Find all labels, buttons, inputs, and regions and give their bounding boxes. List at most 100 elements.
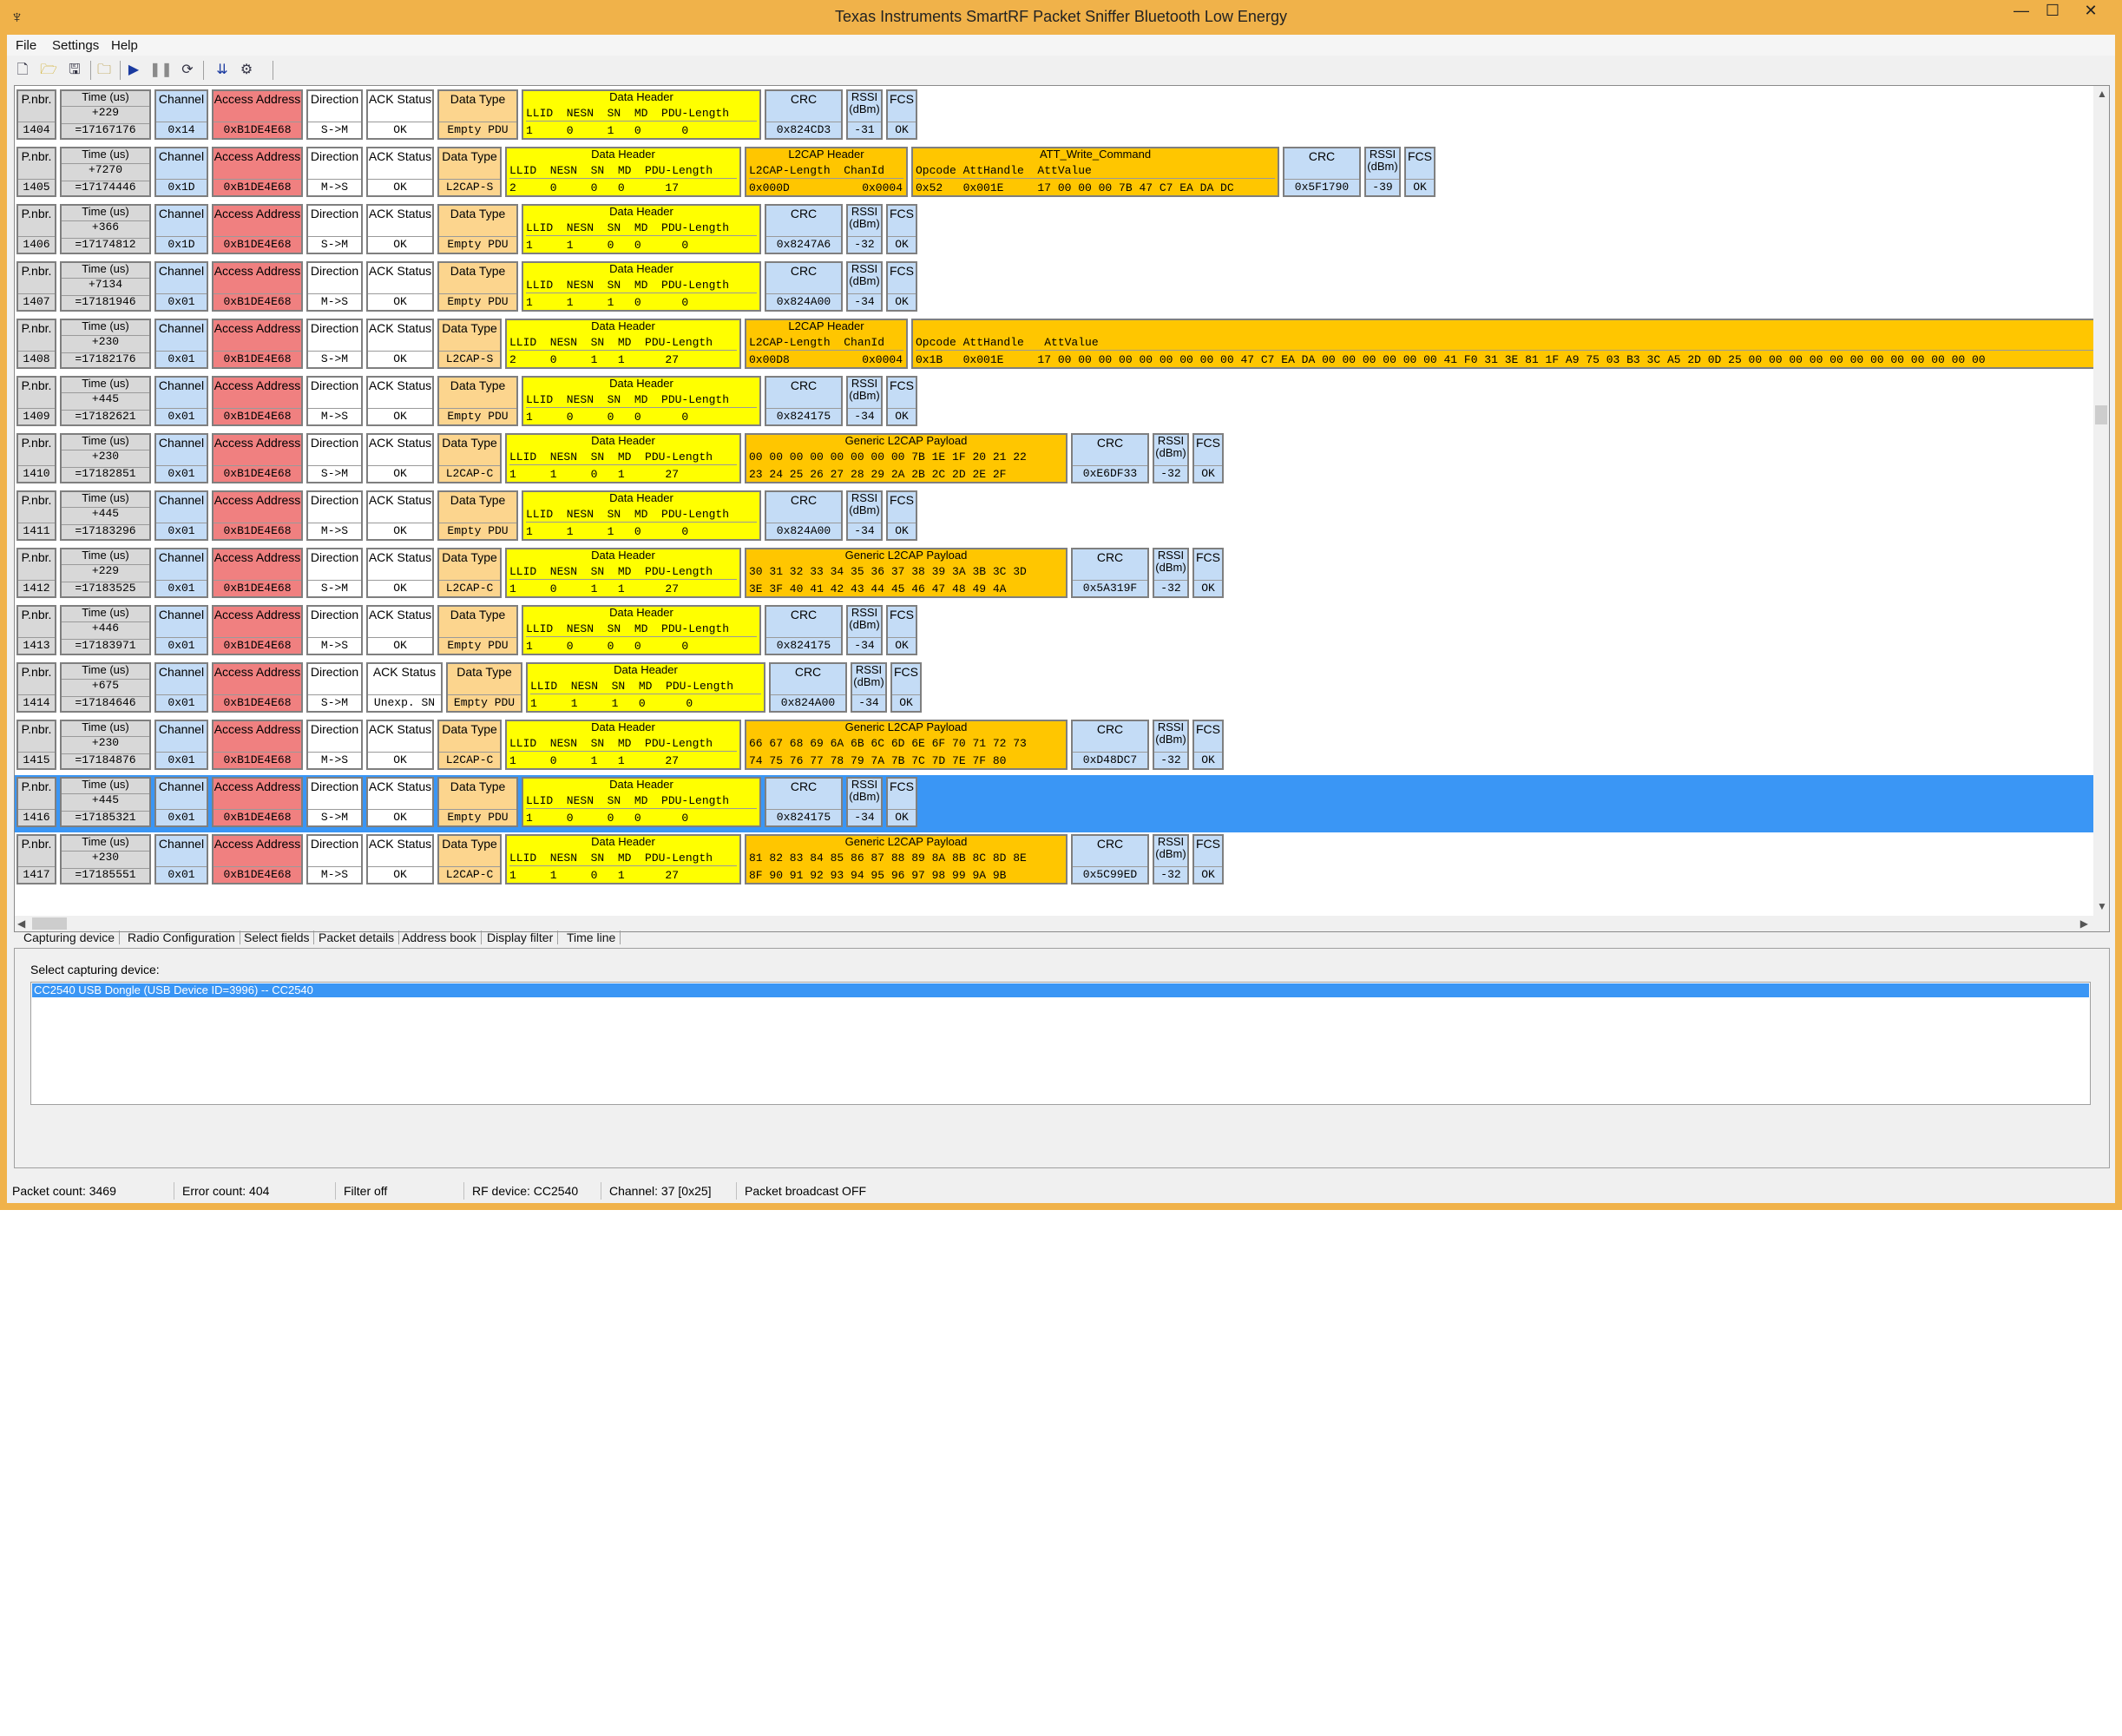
data-header-label: Data Header xyxy=(609,262,673,275)
packet-row[interactable]: P.nbr. 1410 Time (us) +230 =17182851 Channel 0… xyxy=(15,431,2098,489)
clear-icon[interactable]: ⟳ xyxy=(177,60,198,81)
menu-help[interactable]: Help xyxy=(111,38,138,53)
direction-cell: Direction S->M xyxy=(306,777,363,827)
vertical-scrollbar[interactable]: ▲ ▼ xyxy=(2093,86,2109,931)
time-label: Time (us) xyxy=(82,491,129,504)
direction-label: Direction xyxy=(310,378,359,392)
access-address-label: Access Address xyxy=(214,264,301,278)
menu-bar: File Settings Help xyxy=(7,35,2115,56)
crc-cell: CRC 0x824A00 xyxy=(769,662,847,713)
packet-row[interactable]: P.nbr. 1412 Time (us) +229 =17183525 Channel 0… xyxy=(15,546,2098,603)
new-file-icon[interactable]: 🗋 xyxy=(12,60,33,81)
crc-label: CRC xyxy=(1096,722,1124,736)
packet-number-value: 1408 xyxy=(18,351,55,367)
device-list-item[interactable]: CC2540 USB Dongle (USB Device ID=3996) -… xyxy=(32,983,2089,997)
data-header-label: Data Header xyxy=(609,606,673,619)
packet-row[interactable]: P.nbr. 1407 Time (us) +7134 =17181946 Channel… xyxy=(15,260,2098,317)
channel-value: 0x01 xyxy=(156,694,207,711)
setup-icon[interactable]: ⚙ xyxy=(236,60,257,81)
close-button[interactable]: ✕ xyxy=(2075,2,2106,20)
ack-status-label: ACK Status xyxy=(368,264,432,278)
fcs-label: FCS xyxy=(894,665,918,679)
ack-status-label: ACK Status xyxy=(368,779,432,793)
pause-icon[interactable]: ❚❚ xyxy=(149,60,173,81)
fcs-value: OK xyxy=(1194,752,1222,768)
vertical-scroll-thumb[interactable] xyxy=(2095,405,2107,424)
open-folder-icon[interactable]: 🗁 xyxy=(38,60,59,81)
tab-select-fields[interactable]: Select fields xyxy=(240,930,315,944)
fcs-label: FCS xyxy=(1408,149,1432,163)
rssi-label: RSSI xyxy=(855,663,883,676)
scroll-left-icon[interactable]: ◀ xyxy=(17,917,25,930)
ack-status-cell: ACK Status OK xyxy=(366,777,434,827)
autoscroll-icon[interactable]: ⇊ xyxy=(212,60,233,81)
data-header-values: 1 1 1 0 0 xyxy=(530,697,693,710)
maximize-button[interactable]: ☐ xyxy=(2037,2,2068,20)
toolbar: 🗋 🗁 🖫 🗀 ▶ ❚❚ ⟳ ⇊ ⚙ xyxy=(7,57,2115,83)
data-header-values: 1 0 0 0 0 xyxy=(526,640,689,653)
packet-row[interactable]: P.nbr. 1409 Time (us) +445 =17182621 Channel 0… xyxy=(15,374,2098,431)
scroll-right-icon[interactable]: ▶ xyxy=(2080,917,2088,930)
packet-number-value: 1414 xyxy=(18,694,55,711)
horizontal-scroll-thumb[interactable] xyxy=(32,917,67,930)
data-header-values: 1 1 1 0 0 xyxy=(526,296,689,309)
access-address-label: Access Address xyxy=(214,149,301,163)
time-label: Time (us) xyxy=(82,319,129,332)
access-address-label: Access Address xyxy=(214,665,301,679)
open-icon[interactable]: 🗀 xyxy=(94,60,115,81)
data-header-values: 1 0 1 0 0 xyxy=(526,124,689,137)
packet-row[interactable]: P.nbr. 1406 Time (us) +366 =17174812 Channel 0… xyxy=(15,202,2098,260)
packet-row[interactable]: P.nbr. 1408 Time (us) +230 =17182176 Channel 0… xyxy=(15,317,2109,374)
fcs-value: OK xyxy=(1194,465,1222,482)
crc-value: 0x824CD3 xyxy=(766,122,841,138)
tab-capturing-device[interactable]: Capturing device xyxy=(19,930,121,944)
packet-row[interactable]: P.nbr. 1411 Time (us) +445 =17183296 Channel 0… xyxy=(15,489,2098,546)
tab-time-line[interactable]: Time line xyxy=(562,930,621,944)
packet-row[interactable]: P.nbr. 1416 Time (us) +445 =17185321 Channel 0… xyxy=(15,775,2098,832)
data-type-cell: Data Type L2CAP-C xyxy=(437,548,502,598)
packet-row[interactable]: P.nbr. 1404 Time (us) +229 =17167176 Channel 0… xyxy=(15,88,2098,145)
packet-row[interactable]: P.nbr. 1405 Time (us) +7270 =17174446 Channel… xyxy=(15,145,2098,202)
fcs-cell: FCS OK xyxy=(886,605,917,655)
time-cell: Time (us) +230 =17182176 xyxy=(60,319,151,369)
att-values: 0x52 0x001E 17 00 00 00 7B 47 C7 EA DA D… xyxy=(916,181,1234,194)
device-list[interactable]: CC2540 USB Dongle (USB Device ID=3996) -… xyxy=(30,982,2091,1105)
rssi-unit: (dBm) xyxy=(849,618,880,631)
packet-row[interactable]: P.nbr. 1417 Time (us) +230 =17185551 Channel 0… xyxy=(15,832,2098,890)
direction-cell: Direction S->M xyxy=(306,548,363,598)
access-address-label: Access Address xyxy=(214,321,301,335)
packet-number-label: P.nbr. xyxy=(21,722,52,736)
scroll-up-icon[interactable]: ▲ xyxy=(2097,88,2107,100)
rssi-value: -32 xyxy=(848,236,881,253)
menu-file[interactable]: File xyxy=(16,38,36,53)
rssi-cell: RSSI (dBm) -34 xyxy=(846,490,883,541)
tab-packet-details[interactable]: Packet details xyxy=(314,930,400,944)
packet-list[interactable]: P.nbr. 1404 Time (us) +229 =17167176 Channel 0… xyxy=(14,85,2110,932)
channel-label: Channel xyxy=(158,779,205,793)
payload-line-2: 8F 90 91 92 93 94 95 96 97 98 99 9A 9B xyxy=(749,869,1007,882)
tab-address-book[interactable]: Address book xyxy=(397,930,482,944)
access-address-cell: Access Address 0xB1DE4E68 xyxy=(212,605,303,655)
packet-row[interactable]: P.nbr. 1414 Time (us) +675 =17184646 Channel 0… xyxy=(15,661,2098,718)
time-delta: +445 xyxy=(62,507,149,520)
packet-row[interactable]: P.nbr. 1413 Time (us) +446 =17183971 Channel 0… xyxy=(15,603,2098,661)
crc-label: CRC xyxy=(1096,550,1124,564)
tab-radio-configuration[interactable]: Radio Configuration xyxy=(123,930,240,944)
rssi-unit: (dBm) xyxy=(1155,733,1186,746)
data-type-label: Data Type xyxy=(450,264,506,278)
save-icon[interactable]: 🖫 xyxy=(64,60,85,81)
packet-row[interactable]: P.nbr. 1415 Time (us) +230 =17184876 Channel 0… xyxy=(15,718,2098,775)
data-header-label: Data Header xyxy=(591,434,655,447)
access-address-cell: Access Address 0xB1DE4E68 xyxy=(212,834,303,884)
fcs-value: OK xyxy=(888,809,916,825)
tab-display-filter[interactable]: Display filter xyxy=(483,930,559,944)
scroll-down-icon[interactable]: ▼ xyxy=(2097,900,2107,912)
horizontal-scrollbar[interactable]: ◀ ▶ xyxy=(15,916,2093,931)
channel-cell: Channel 0x01 xyxy=(154,490,208,541)
time-cell: Time (us) +230 =17185551 xyxy=(60,834,151,884)
data-header-cell: Data Header LLID NESN SN MD PDU-Length 1 0… xyxy=(522,605,761,655)
channel-value: 0x1D xyxy=(156,179,207,195)
minimize-button[interactable]: — xyxy=(2006,2,2037,20)
menu-settings[interactable]: Settings xyxy=(52,38,99,53)
play-icon[interactable]: ▶ xyxy=(123,60,144,81)
